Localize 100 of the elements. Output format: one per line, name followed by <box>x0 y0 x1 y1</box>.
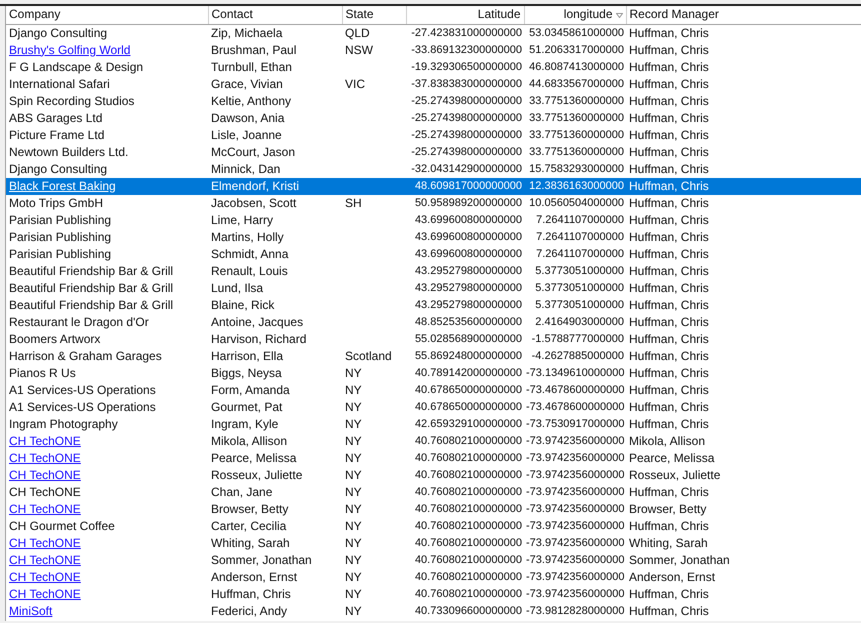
table-cell-text: Dawson, Ania <box>210 110 286 126</box>
table-row[interactable]: Black Forest Baking Elmendorf, Kristi 48.609817000000000 12.3836163000000 Huffman, Chris <box>6 178 861 194</box>
table-cell-text: Sommer, Jonathan <box>210 552 313 568</box>
table-cell-text: -73.9742356000000 <box>525 518 626 534</box>
table-cell-text: Sommer, Jonathan <box>628 552 731 568</box>
company-link[interactable]: CH TechONE <box>9 502 81 516</box>
column-header[interactable]: Company <box>6 6 208 24</box>
company-link[interactable]: CH TechONE <box>9 570 81 584</box>
table-cell-text: Browser, Betty <box>628 500 708 518</box>
table-row[interactable]: International Safari Grace, Vivian VIC -37.838383000000000 44.6833567000000 Huffman, Chris <box>6 76 861 92</box>
table-row[interactable]: Brushy's Golfing World Brushman, Paul NSW -33.869132300000000 51.2063317000000 Huffman, Chris <box>6 42 861 58</box>
table-cell: Huffman, Chris <box>626 194 861 212</box>
table-cell-text: Huffman, Chris <box>628 314 710 330</box>
table-row[interactable]: Newtown Builders Ltd. McCourt, Jason -25.274398000000000 33.7751360000000 Huffman, Chris <box>6 144 861 160</box>
table-row[interactable]: Parisian Publishing Lime, Harry 43.699600800000000 7.2641107000000 Huffman, Chris <box>6 212 861 228</box>
table-row[interactable]: Beautiful Friendship Bar & Grill Blaine, Rick 43.295279800000000 5.3773051000000 Huffman, Chris <box>6 296 861 314</box>
company-link[interactable]: CH TechONE <box>9 552 81 566</box>
table-row[interactable]: CH TechONE Anderson, Ernst NY 40.760802100000000 -73.9742356000000 Anderson, Ernst <box>6 568 861 586</box>
table-cell-text: Schmidt, Anna <box>210 246 290 262</box>
table-cell-text: Anderson, Ernst <box>210 568 298 586</box>
table-cell-text: Minnick, Dan <box>210 160 282 178</box>
table-row[interactable]: Beautiful Friendship Bar & Grill Renault, Louis 43.295279800000000 5.3773051000000 Huffman, Chris <box>6 262 861 280</box>
table-cell-text: 5.3773051000000 <box>534 280 625 296</box>
table-cell-text: Huffman, Chris <box>628 110 710 126</box>
table-row[interactable]: CH TechONE Mikola, Allison NY 40.760802100000000 -73.9742356000000 Mikola, Allison <box>6 432 861 450</box>
table-cell-text: 33.7751360000000 <box>528 94 625 108</box>
table-cell-text: -25.274398000000000 <box>410 128 523 142</box>
table-row[interactable]: CH TechONE Huffman, Chris NY 40.760802100000000 -73.9742356000000 Huffman, Chris <box>6 586 861 602</box>
table-row[interactable]: Harrison & Graham Garages Harrison, Ella Scotland 55.869248000000000 -4.2627885000000 Huffman, Chris <box>6 348 861 364</box>
column-header[interactable]: Latitude <box>406 6 524 24</box>
table-cell-text: 43.699600800000000 <box>414 246 523 262</box>
table-cell-text: 7.2641107000000 <box>535 230 625 244</box>
table-row[interactable]: Django Consulting Minnick, Dan -32.043142900000000 15.7583293000000 Huffman, Chris <box>6 160 861 178</box>
table-row[interactable]: Boomers Artworx Harvison, Richard 55.028568900000000 -1.5788777000000 Huffman, Chris <box>6 330 861 348</box>
table-row[interactable]: ABS Garages Ltd Dawson, Ania -25.274398000000000 33.7751360000000 Huffman, Chris <box>6 110 861 126</box>
table-cell-text: NY <box>344 398 363 416</box>
table-cell-text: ABS Garages Ltd <box>8 110 104 126</box>
table-cell-text: 7.2641107000000 <box>535 246 625 262</box>
table-row[interactable]: CH TechONE Whiting, Sarah NY 40.760802100000000 -73.9742356000000 Whiting, Sarah <box>6 534 861 552</box>
table-cell-text: Huffman, Chris <box>628 126 710 144</box>
table-cell-text: Picture Frame Ltd <box>8 126 106 144</box>
table-cell-text: 33.7751360000000 <box>528 110 625 126</box>
table-cell-text: Boomers Artworx <box>8 330 102 348</box>
table-cell-text: Huffman, Chris <box>628 262 710 280</box>
column-header[interactable]: longitude <box>524 6 626 24</box>
table-row[interactable]: Pianos R Us Biggs, Neysa NY 40.789142000000000 -73.1349610000000 Huffman, Chris <box>6 364 861 382</box>
table-row[interactable]: Spin Recording Studios Keltie, Anthony -25.274398000000000 33.7751360000000 Huffman, Chris <box>6 92 861 110</box>
table-cell-text: Beautiful Friendship Bar & Grill <box>8 262 174 280</box>
table-row[interactable]: Beautiful Friendship Bar & Grill Lund, Ilsa 43.295279800000000 5.3773051000000 Huffman, Chris <box>6 280 861 296</box>
table-cell-text: 43.295279800000000 <box>414 298 523 312</box>
table-row[interactable]: Django Consulting Zip, Michaela QLD -27.423831000000000 53.0345861000000 Huffman, Chris <box>6 24 861 42</box>
table-cell-text: -37.838383000000000 <box>410 76 523 92</box>
table-cell: -27.423831000000000 <box>406 24 524 42</box>
table-cell-text: 44.6833567000000 <box>528 76 625 92</box>
company-link[interactable]: CH TechONE <box>9 586 81 600</box>
table-cell-text: Turnbull, Ethan <box>210 58 293 76</box>
table-row[interactable]: CH TechONE Sommer, Jonathan NY 40.760802100000000 -73.9742356000000 Sommer, Jonathan <box>6 552 861 568</box>
table-cell-text: NY <box>344 602 363 620</box>
table-cell-text: Huffman, Chris <box>628 602 710 620</box>
table-row[interactable]: CH TechONE Rosseux, Juliette NY 40.760802100000000 -73.9742356000000 Rosseux, Juliette <box>6 466 861 484</box>
table-cell-text: International Safari <box>8 76 111 92</box>
table-row[interactable]: CH TechONE Pearce, Melissa NY 40.760802100000000 -73.9742356000000 Pearce, Melissa <box>6 450 861 466</box>
table-row[interactable]: Parisian Publishing Schmidt, Anna 43.699600800000000 7.2641107000000 Huffman, Chris <box>6 246 861 262</box>
table-row[interactable]: Ingram Photography Ingram, Kyle NY 42.659329100000000 -73.7530917000000 Huffman, Chris <box>6 416 861 432</box>
company-link[interactable]: MiniSoft <box>9 604 52 618</box>
table-cell-text: Grace, Vivian <box>210 76 284 92</box>
table-cell-text: 48.852535600000000 <box>414 314 523 330</box>
table-cell-text: Huffman, Chris <box>628 76 710 92</box>
table-cell-text: Huffman, Chris <box>628 518 710 534</box>
table-cell-text: 33.7751360000000 <box>528 128 625 142</box>
column-header[interactable]: Record Manager <box>626 6 861 24</box>
company-link[interactable]: Brushy's Golfing World <box>9 42 130 56</box>
column-header[interactable]: Contact <box>208 6 342 24</box>
table-cell-text: -32.043142900000000 <box>410 162 523 176</box>
table-row[interactable]: A1 Services-US Operations Form, Amanda NY 40.678650000000000 -73.4678600000000 Huffman, Chris <box>6 382 861 398</box>
table-row[interactable]: Moto Trips GmbH Jacobsen, Scott SH 50.958989200000000 10.0560504000000 Huffman, Chris <box>6 194 861 212</box>
table-row[interactable]: A1 Services-US Operations Gourmet, Pat NY 40.678650000000000 -73.4678600000000 Huffman, Chris <box>6 398 861 416</box>
table-row[interactable]: CH TechONE Browser, Betty NY 40.760802100000000 -73.9742356000000 Browser, Betty <box>6 500 861 518</box>
table-row[interactable]: F G Landscape & Design Turnbull, Ethan -19.329306500000000 46.8087413000000 Huffman, Chris <box>6 58 861 76</box>
table-row[interactable]: MiniSoft Federici, Andy NY 40.733096600000000 -73.9812828000000 Huffman, Chris <box>6 602 861 620</box>
table-cell: Jacobsen, Scott <box>208 194 342 212</box>
table-cell-text: Rosseux, Juliette <box>210 466 304 484</box>
table-cell-text: 40.760802100000000 <box>414 570 523 584</box>
table-row[interactable]: Restaurant le Dragon d'Or Antoine, Jacques 48.852535600000000 2.4164903000000 Huffman, Chris <box>6 314 861 330</box>
table-row[interactable]: Parisian Publishing Martins, Holly 43.699600800000000 7.2641107000000 Huffman, Chris <box>6 228 861 246</box>
company-link[interactable]: CH TechONE <box>9 468 81 482</box>
table-cell-text: 40.789142000000000 <box>414 366 523 380</box>
table-cell-text: Huffman, Chris <box>628 398 710 416</box>
company-link[interactable]: CH TechONE <box>9 450 81 464</box>
column-header[interactable]: State <box>342 6 406 24</box>
table-cell-text: Parisian Publishing <box>8 228 112 246</box>
table-cell: 53.0345861000000 <box>524 24 626 42</box>
company-link[interactable]: CH TechONE <box>9 434 81 448</box>
table-cell-text: 40.760802100000000 <box>414 518 523 534</box>
table-cell-text: -73.9742356000000 <box>525 552 626 568</box>
table-row[interactable]: Picture Frame Ltd Lisle, Joanne -25.274398000000000 33.7751360000000 Huffman, Chris <box>6 126 861 144</box>
table-row[interactable]: CH Gourmet Coffee Carter, Cecilia NY 40.760802100000000 -73.9742356000000 Huffman, Chris <box>6 518 861 534</box>
table-cell-text: Pianos R Us <box>8 364 77 382</box>
table-row[interactable]: CH TechONE Chan, Jane NY 40.760802100000000 -73.9742356000000 Huffman, Chris <box>6 484 861 500</box>
company-link[interactable]: CH TechONE <box>9 536 81 550</box>
